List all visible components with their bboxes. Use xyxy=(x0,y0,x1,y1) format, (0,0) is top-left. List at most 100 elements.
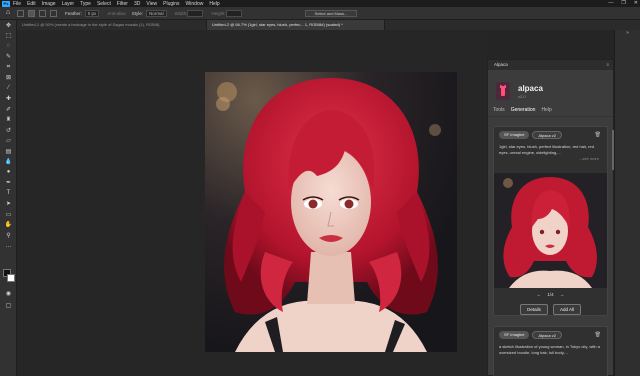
menu-3d[interactable]: 3D xyxy=(134,1,140,7)
feather-label: Feather: xyxy=(65,10,82,16)
menu-help[interactable]: Help xyxy=(209,1,219,7)
red-haired-girl-portrait xyxy=(205,72,457,352)
tab-tools[interactable]: Tools xyxy=(493,107,505,116)
marquee-icon[interactable] xyxy=(17,9,24,17)
generation-card: SF Imagine Alpaca v2 🗑 a sketch illustra… xyxy=(493,326,608,376)
height-field[interactable] xyxy=(225,9,242,17)
brand-header: alpaca v2.0 xyxy=(488,70,613,104)
photoshop-logo: Ps xyxy=(2,0,10,7)
menu-edit[interactable]: Edit xyxy=(27,1,36,7)
blur-tool-icon[interactable]: 💧 xyxy=(0,157,17,168)
tab-untitled-1[interactable]: Untitled-1 @ 50% (create a bedcage in th… xyxy=(17,20,207,30)
canvas-image[interactable] xyxy=(205,72,457,352)
menu-bar: Ps File Edit Image Layer Type Select Fil… xyxy=(0,0,640,7)
page-indicator: 1/4 xyxy=(547,292,554,297)
restore-icon[interactable]: ❐ xyxy=(621,0,625,6)
subtract-selection-icon[interactable] xyxy=(50,9,57,17)
screen-mode-icon[interactable]: ▢ xyxy=(0,300,17,311)
menu-layer[interactable]: Layer xyxy=(62,1,75,7)
version-chip: Alpaca v2 xyxy=(532,331,563,339)
pen-tool-icon[interactable]: ✒ xyxy=(0,178,17,189)
card-actions: Details Add All xyxy=(488,304,613,315)
alpaca-plugin-panel: Alpaca ≡ alpaca v2.0 Tools Generation He… xyxy=(487,59,614,376)
eraser-tool-icon[interactable]: ▱ xyxy=(0,136,17,147)
menu-plugins[interactable]: Plugins xyxy=(163,1,179,7)
chevron-left-icon[interactable]: ← xyxy=(537,292,542,297)
minimize-icon[interactable]: — xyxy=(608,0,613,6)
path-select-tool-icon[interactable]: ➤ xyxy=(0,199,17,210)
tab-generation[interactable]: Generation xyxy=(511,107,536,116)
photoshop-window: Ps File Edit Image Layer Type Select Fil… xyxy=(0,0,640,376)
feather-field[interactable]: 0 px xyxy=(84,9,100,17)
prompt-text: a sketch illustration of young woman, in… xyxy=(499,344,600,355)
model-chip: SF Imagine xyxy=(499,331,530,339)
background-color-swatch[interactable] xyxy=(7,274,15,282)
clone-stamp-tool-icon[interactable]: ♜ xyxy=(0,115,17,126)
trash-icon[interactable]: 🗑 xyxy=(595,132,601,138)
style-label: Style: xyxy=(131,10,144,16)
healing-brush-tool-icon[interactable]: ✚ xyxy=(0,94,17,105)
chevron-right-icon[interactable]: → xyxy=(560,292,565,297)
more-tools-icon[interactable]: … xyxy=(0,241,17,252)
close-icon[interactable]: ✕ xyxy=(634,0,638,6)
select-and-mask-button[interactable]: Select and Mask... xyxy=(305,10,357,17)
type-tool-icon[interactable]: T xyxy=(0,188,17,199)
hand-tool-icon[interactable]: ✋ xyxy=(0,220,17,231)
width-label: Width: xyxy=(174,10,188,16)
dodge-tool-icon[interactable]: ● xyxy=(0,167,17,178)
panel-header: Alpaca ≡ xyxy=(488,60,613,70)
expand-panels-icon[interactable]: » xyxy=(615,30,640,40)
options-bar: ⌂ Feather: 0 px Anti-alias Style: Normal… xyxy=(0,7,640,20)
style-select[interactable]: Normal xyxy=(146,9,167,17)
image-pager: ← 1/4 → xyxy=(488,292,613,297)
history-brush-tool-icon[interactable]: ↺ xyxy=(0,125,17,136)
menu-window[interactable]: Window xyxy=(186,1,204,7)
tools-panel: ✥ ⬚ ◌ ✎ ⌗ ⊠ ⁄ ✚ ✐ ♜ ↺ ▱ ▤ 💧 ● ✒ T ➤ ▭ ✋ … xyxy=(0,20,17,376)
antialias-checkbox[interactable]: Anti-alias xyxy=(107,11,126,16)
menu-filter[interactable]: Filter xyxy=(117,1,128,7)
model-chips: SF Imagine Alpaca v2 xyxy=(494,127,607,139)
new-selection-icon[interactable] xyxy=(28,9,35,17)
panel-title: Alpaca xyxy=(494,62,508,67)
brand-name: alpaca xyxy=(518,83,543,93)
crop-tool-icon[interactable]: ⌗ xyxy=(0,62,17,73)
details-button[interactable]: Details xyxy=(520,304,548,315)
frame-tool-icon[interactable]: ⊠ xyxy=(0,73,17,84)
menu-view[interactable]: View xyxy=(146,1,157,7)
tab-help[interactable]: Help xyxy=(541,107,551,116)
generated-thumbnail[interactable] xyxy=(494,173,607,288)
panel-tabs: Tools Generation Help xyxy=(488,104,613,117)
add-all-button[interactable]: Add All xyxy=(553,304,581,315)
rectangle-tool-icon[interactable]: ▭ xyxy=(0,209,17,220)
quick-select-tool-icon[interactable]: ✎ xyxy=(0,52,17,63)
menu-image[interactable]: Image xyxy=(42,1,56,7)
add-selection-icon[interactable] xyxy=(39,9,46,17)
lasso-tool-icon[interactable]: ◌ xyxy=(0,41,17,52)
see-more-link[interactable]: ...see more xyxy=(494,156,607,161)
marquee-tool-icon[interactable]: ⬚ xyxy=(0,31,17,42)
tab-label: Untitled-2 @ 66.7% (1girl, star eyes, bl… xyxy=(212,22,343,27)
zoom-tool-icon[interactable]: ⚲ xyxy=(0,230,17,241)
quick-mask-icon[interactable]: ◉ xyxy=(0,288,17,299)
menu-file[interactable]: File xyxy=(13,1,21,7)
width-field[interactable] xyxy=(187,9,204,17)
collapsed-panels-strip: » xyxy=(614,30,640,376)
tab-label: Untitled-1 @ 50% (create a bedcage in th… xyxy=(22,22,160,27)
panel-scrollbar[interactable] xyxy=(612,130,614,170)
eyedropper-tool-icon[interactable]: ⁄ xyxy=(0,83,17,94)
alpaca-glyph xyxy=(500,85,506,96)
thumbnail-portrait xyxy=(494,173,607,288)
tab-untitled-2[interactable]: Untitled-2 @ 66.7% (1girl, star eyes, bl… xyxy=(207,20,385,30)
home-icon[interactable]: ⌂ xyxy=(4,9,12,17)
panel-menu-icon[interactable]: ≡ xyxy=(606,60,609,70)
window-controls: — ❐ ✕ xyxy=(608,0,638,6)
move-tool-icon[interactable]: ✥ xyxy=(0,20,17,31)
brush-tool-icon[interactable]: ✐ xyxy=(0,104,17,115)
height-label: Height: xyxy=(211,10,226,16)
menu-select[interactable]: Select xyxy=(97,1,111,7)
menu-type[interactable]: Type xyxy=(80,1,91,7)
gradient-tool-icon[interactable]: ▤ xyxy=(0,146,17,157)
document-tabs: Untitled-1 @ 50% (create a bedcage in th… xyxy=(17,20,640,30)
trash-icon[interactable]: 🗑 xyxy=(595,332,601,338)
brand-version: v2.0 xyxy=(518,93,526,99)
